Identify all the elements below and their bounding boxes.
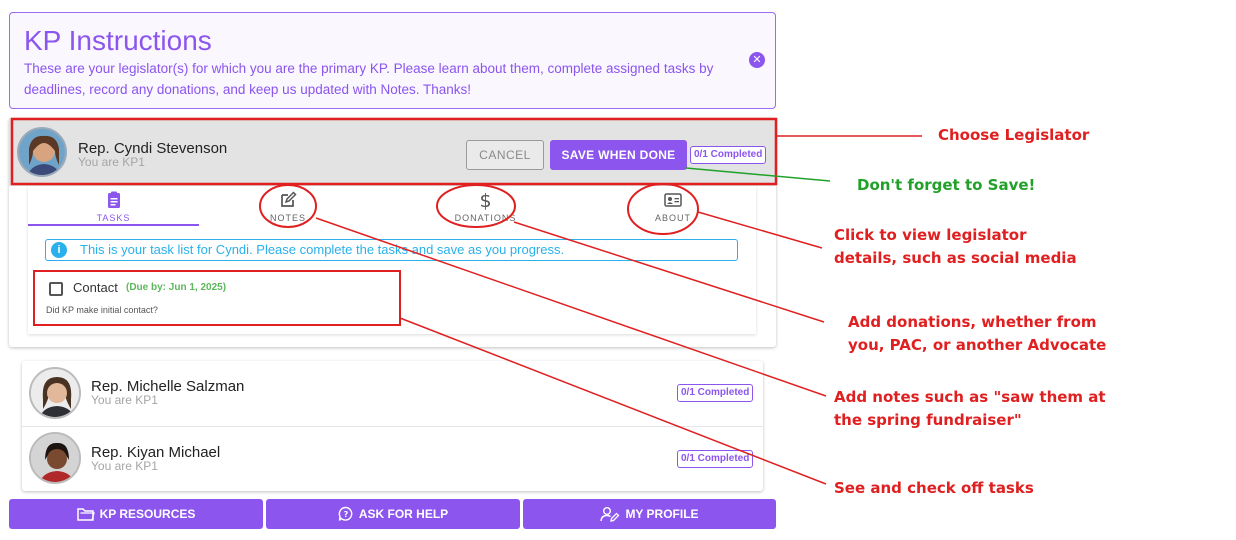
annotation-donations: Add donations, whether from you, PAC, or… bbox=[848, 311, 1106, 357]
tab-label: NOTES bbox=[269, 213, 306, 223]
kp-resources-button[interactable]: KP RESOURCES bbox=[9, 499, 263, 529]
legislator-role: You are KP1 bbox=[91, 393, 158, 407]
my-profile-button[interactable]: MY PROFILE bbox=[523, 499, 776, 529]
contact-card-icon bbox=[664, 193, 682, 207]
instructions-text: These are your legislator(s) for which y… bbox=[24, 61, 714, 97]
list-item[interactable]: Rep. Kiyan Michael You are KP1 0/1 Compl… bbox=[22, 426, 763, 491]
annotation-tasks: See and check off tasks bbox=[834, 479, 1034, 497]
task-description: Did KP make initial contact? bbox=[46, 305, 158, 315]
dollar-icon: $ bbox=[479, 190, 492, 210]
tab-about[interactable]: ABOUT bbox=[608, 186, 738, 226]
instructions-title: KP Instructions bbox=[24, 25, 212, 56]
active-legislator-card: Rep. Cyndi Stevenson You are KP1 CANCEL … bbox=[9, 118, 776, 347]
task-title: Contact bbox=[73, 280, 118, 295]
annotation-notes: Add notes such as "saw them at the sprin… bbox=[834, 386, 1106, 432]
info-message: i This is your task list for Cyndi. Plea… bbox=[45, 239, 738, 261]
button-label: KP RESOURCES bbox=[99, 507, 196, 521]
annotation-line: Add notes such as "saw them at bbox=[834, 388, 1106, 406]
active-tab-indicator bbox=[28, 224, 199, 226]
folder-icon bbox=[76, 508, 95, 521]
cancel-button[interactable]: CANCEL bbox=[466, 140, 544, 170]
instructions-panel: KP Instructions These are your legislato… bbox=[9, 12, 776, 109]
completed-badge: 0/1 Completed bbox=[677, 384, 754, 402]
task-checkbox[interactable] bbox=[49, 282, 63, 296]
legislator-list: Rep. Michelle Salzman You are KP1 0/1 Co… bbox=[22, 361, 763, 491]
button-label: ASK FOR HELP bbox=[358, 507, 449, 521]
user-edit-icon bbox=[600, 506, 620, 522]
tab-label: ABOUT bbox=[654, 213, 691, 223]
tabs-panel: TASKS NOTES $ DONATIONS ABOUT i This is … bbox=[28, 186, 756, 334]
avatar bbox=[29, 367, 81, 419]
chat-help-icon: ? bbox=[338, 506, 353, 521]
completed-badge: 0/1 Completed bbox=[690, 146, 767, 164]
save-button[interactable]: SAVE WHEN DONE bbox=[550, 140, 687, 170]
annotation-line: details, such as social media bbox=[834, 249, 1077, 267]
annotation-line: Click to view legislator bbox=[834, 226, 1027, 244]
annotation-line: you, PAC, or another Advocate bbox=[848, 336, 1107, 354]
annotation-line: Add donations, whether from bbox=[848, 313, 1097, 331]
info-text: This is your task list for Cyndi. Please… bbox=[80, 242, 565, 257]
tab-donations[interactable]: $ DONATIONS bbox=[418, 186, 553, 226]
legislator-header[interactable]: Rep. Cyndi Stevenson You are KP1 CANCEL … bbox=[9, 118, 776, 186]
tab-notes[interactable]: NOTES bbox=[228, 186, 348, 226]
annotation-choose-legislator: Choose Legislator bbox=[938, 126, 1090, 144]
annotation-line: the spring fundraiser" bbox=[834, 411, 1022, 429]
avatar bbox=[17, 127, 67, 177]
button-label: MY PROFILE bbox=[625, 507, 699, 521]
tab-tasks[interactable]: TASKS bbox=[28, 186, 199, 226]
legislator-role: You are KP1 bbox=[78, 155, 145, 169]
clipboard-icon bbox=[107, 191, 120, 208]
tab-label: TASKS bbox=[96, 213, 131, 223]
svg-text:?: ? bbox=[344, 510, 349, 519]
svg-text:$: $ bbox=[479, 190, 492, 210]
legislator-role: You are KP1 bbox=[91, 459, 158, 473]
list-item[interactable]: Rep. Michelle Salzman You are KP1 0/1 Co… bbox=[22, 361, 763, 426]
edit-icon bbox=[281, 191, 297, 207]
annotation-save-reminder: Don't forget to Save! bbox=[857, 176, 1036, 194]
annotation-about: Click to view legislator details, such a… bbox=[834, 224, 1077, 270]
info-icon: i bbox=[51, 242, 67, 258]
close-circle-icon[interactable]: ✕ bbox=[749, 52, 765, 68]
avatar bbox=[29, 432, 81, 484]
completed-badge: 0/1 Completed bbox=[677, 450, 754, 468]
tab-label: DONATIONS bbox=[454, 213, 517, 223]
task-due-date: (Due by: Jun 1, 2025) bbox=[126, 282, 227, 293]
ask-for-help-button[interactable]: ? ASK FOR HELP bbox=[266, 499, 520, 529]
